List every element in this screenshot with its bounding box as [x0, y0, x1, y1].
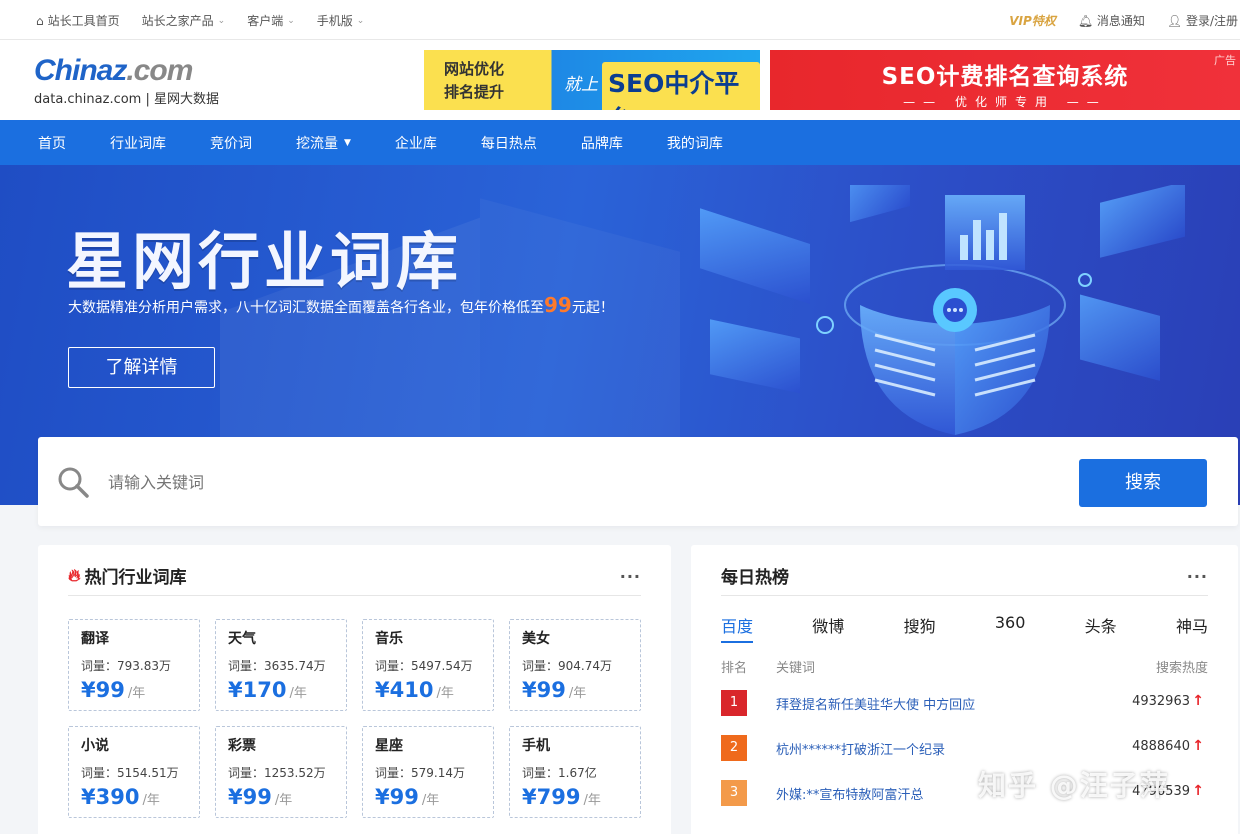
user-icon: 👤︎	[1166, 14, 1183, 28]
industry-card[interactable]: 美女词量：904.74万 ¥99/年	[509, 619, 641, 711]
card-price: ¥390/年	[81, 785, 160, 809]
caret-down-icon: ▼	[344, 138, 351, 148]
rank-badge: 1	[721, 690, 747, 716]
top-home-link[interactable]: ⌂ 站长工具首页	[36, 12, 120, 29]
card-name: 彩票	[228, 738, 256, 754]
nav-item-enterprise[interactable]: 企业库	[395, 133, 437, 153]
notice-link[interactable]: 🔔︎ 消息通知	[1078, 12, 1145, 29]
logo[interactable]: Chinaz.com data.chinaz.com | 星网大数据	[34, 54, 219, 107]
nav-item-daily-hot[interactable]: 每日热点	[481, 133, 537, 153]
table-row: 2 杭州******打破浙江一个纪录 4888640 ↑	[721, 735, 1208, 761]
bell-icon: 🔔︎	[1077, 14, 1094, 28]
nav-item-bidding[interactable]: 竞价词	[210, 133, 252, 153]
rank-badge: 3	[721, 780, 747, 806]
industry-card[interactable]: 翻译词量：793.83万 ¥99/年	[68, 619, 200, 711]
card-price: ¥410/年	[375, 678, 454, 702]
card-name: 手机	[522, 738, 550, 754]
card-name: 音乐	[375, 631, 403, 647]
table-row: 1 拜登提名新任美驻华大使 中方回应 4932963 ↑	[721, 690, 1208, 716]
ad-banner-seo-platform[interactable]: 网站优化排名提升 就上 SEO中介平台	[424, 50, 760, 110]
card-name: 小说	[81, 738, 109, 754]
card-price: ¥99/年	[375, 785, 440, 809]
search-icon	[58, 467, 89, 498]
industry-card[interactable]: 手机词量：1.67亿 ¥799/年	[509, 726, 641, 818]
nav-item-my-library[interactable]: 我的词库	[667, 133, 723, 153]
tab-sogou[interactable]: 搜狗	[904, 613, 936, 643]
ad-tag: 广告	[1214, 54, 1236, 67]
card-volume: 词量：5497.54万	[375, 659, 473, 673]
chevron-down-icon: ⌄	[287, 15, 295, 26]
main-nav: 首页 行业词库 竞价词 挖流量 ▼ 企业库 每日热点 品牌库 我的词库	[0, 120, 1240, 165]
nav-item-brand[interactable]: 品牌库	[581, 133, 623, 153]
chevron-down-icon: ⌄	[217, 15, 226, 26]
vip-link[interactable]: VIP特权	[1009, 12, 1056, 29]
nav-item-industry[interactable]: 行业词库	[110, 133, 166, 153]
watermark: 知乎 @汪子萍	[978, 769, 1170, 802]
card-volume: 词量：3635.74万	[228, 659, 326, 673]
header: Chinaz.com data.chinaz.com | 星网大数据 网站优化排…	[0, 40, 1240, 120]
source-tabs: 百度 微博 搜狗 360 头条 神马	[721, 613, 1208, 643]
card-name: 星座	[375, 738, 403, 754]
top-bar: ⌂ 站长工具首页 站长之家产品 ⌄ 客户端 ⌄ 手机版 ⌄ VIP特权 🔔︎ 消息通知 …	[0, 0, 1240, 40]
divider	[721, 595, 1208, 596]
search-input[interactable]	[108, 465, 1008, 499]
card-price: ¥170/年	[228, 678, 307, 702]
tab-weibo[interactable]: 微博	[812, 613, 844, 643]
search-box: 搜索	[38, 437, 1238, 526]
arrow-up-icon: ↑	[1192, 783, 1204, 799]
card-name: 翻译	[81, 631, 109, 647]
card-price: ¥99/年	[81, 678, 146, 702]
card-volume: 词量：579.14万	[375, 766, 466, 780]
divider	[68, 595, 641, 596]
nav-item-traffic[interactable]: 挖流量 ▼	[296, 133, 351, 153]
heat-value: 4888640	[1132, 739, 1190, 754]
top-client-menu[interactable]: 客户端 ⌄	[247, 12, 295, 29]
industry-card[interactable]: 彩票词量：1253.52万 ¥99/年	[215, 726, 347, 818]
home-icon: ⌂	[36, 13, 44, 28]
top-products-menu[interactable]: 站长之家产品 ⌄	[142, 12, 226, 29]
chevron-down-icon: ⌄	[356, 15, 365, 26]
keyword-link[interactable]: 外媒:**宣布特赦阿富汗总	[776, 784, 923, 803]
tab-shenma[interactable]: 神马	[1176, 613, 1208, 643]
search-button[interactable]: 搜索	[1079, 459, 1207, 507]
panel-title: 每日热榜	[721, 568, 789, 588]
keyword-link[interactable]: 杭州******打破浙江一个纪录	[776, 739, 945, 758]
more-button[interactable]: ···	[1187, 567, 1208, 586]
ad-banner-seo-billing[interactable]: SEO计费排名查询系统 —— 优化师专用 —— 广告	[770, 50, 1240, 110]
more-button[interactable]: ···	[620, 567, 641, 586]
hot-industry-panel: 🔥︎ 热门行业词库 ··· 翻译词量：793.83万 ¥99/年 天气词量：3635.…	[38, 545, 671, 834]
industry-card[interactable]: 天气词量：3635.74万 ¥170/年	[215, 619, 347, 711]
card-name: 美女	[522, 631, 550, 647]
card-price: ¥99/年	[522, 678, 587, 702]
card-volume: 词量：1253.52万	[228, 766, 326, 780]
nav-item-home[interactable]: 首页	[38, 133, 66, 153]
arrow-up-icon: ↑	[1192, 738, 1204, 754]
keyword-link[interactable]: 拜登提名新任美驻华大使 中方回应	[776, 694, 975, 713]
learn-more-button[interactable]: 了解详情	[68, 347, 215, 388]
heat-value: 4932963	[1132, 694, 1190, 709]
card-price: ¥799/年	[522, 785, 601, 809]
card-volume: 词量：1.67亿	[522, 766, 597, 780]
tab-toutiao[interactable]: 头条	[1085, 613, 1117, 643]
rank-badge: 2	[721, 735, 747, 761]
card-volume: 词量：904.74万	[522, 659, 613, 673]
tab-360[interactable]: 360	[995, 613, 1026, 643]
data-illustration	[700, 185, 1185, 435]
card-volume: 词量：5154.51万	[81, 766, 179, 780]
hero-title: 星网行业词库	[66, 225, 463, 298]
login-link[interactable]: 👤︎ 登录/注册	[1167, 12, 1238, 29]
industry-card[interactable]: 小说词量：5154.51万 ¥390/年	[68, 726, 200, 818]
industry-card[interactable]: 星座词量：579.14万 ¥99/年	[362, 726, 494, 818]
card-price: ¥99/年	[228, 785, 293, 809]
arrow-up-icon: ↑	[1192, 693, 1204, 709]
fire-icon: 🔥︎	[68, 565, 81, 586]
top-mobile-menu[interactable]: 手机版 ⌄	[317, 12, 365, 29]
hero-subtitle: 大数据精准分析用户需求，八十亿词汇数据全面覆盖各行各业，包年价格低至99元起！	[68, 293, 614, 317]
industry-card[interactable]: 音乐词量：5497.54万 ¥410/年	[362, 619, 494, 711]
card-volume: 词量：793.83万	[81, 659, 172, 673]
panel-title: 热门行业词库	[84, 568, 187, 588]
tab-baidu[interactable]: 百度	[721, 613, 754, 643]
card-name: 天气	[228, 631, 256, 647]
